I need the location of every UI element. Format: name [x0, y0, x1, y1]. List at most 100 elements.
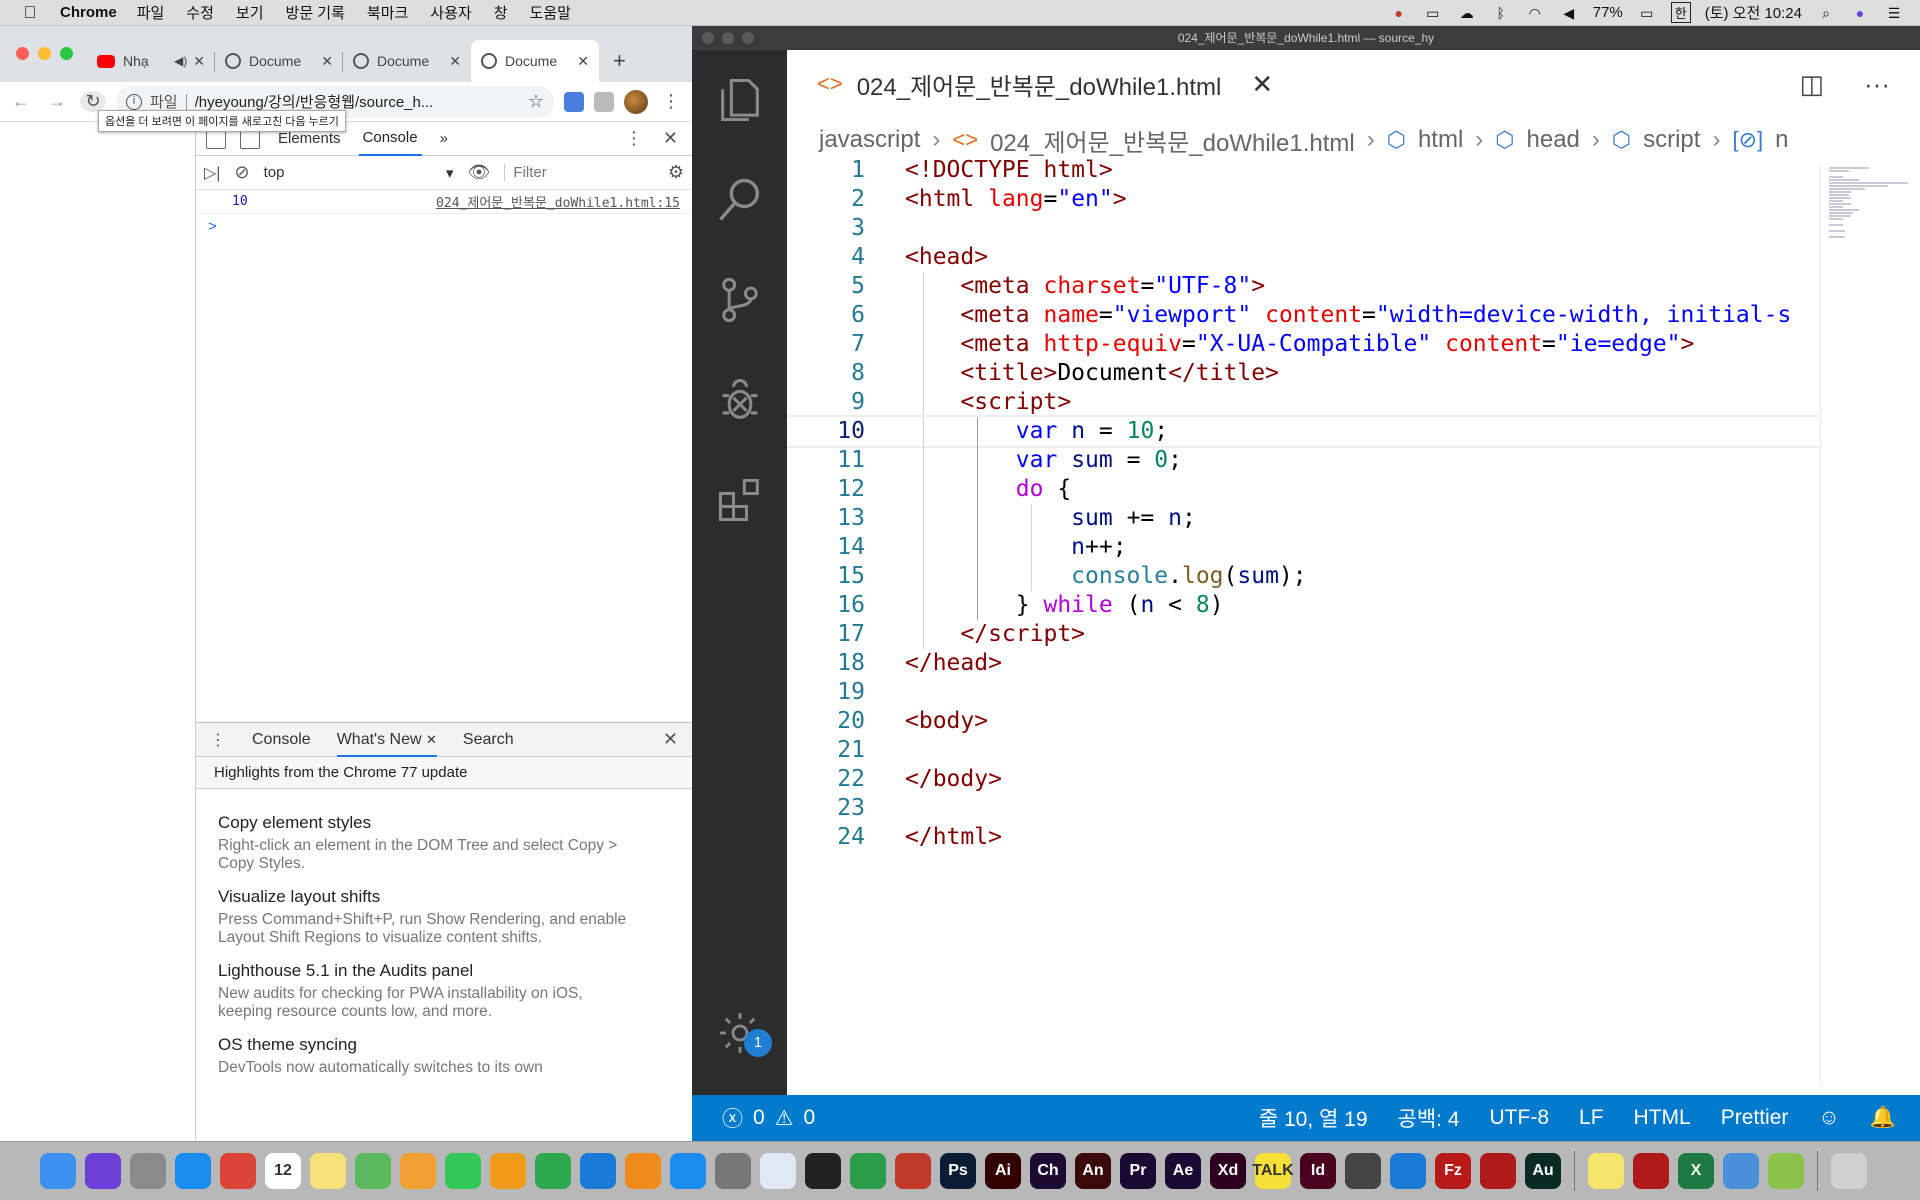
- code-editor[interactable]: 1 <!DOCTYPE html> 2 <html lang="en"> 3 4 <head…: [787, 156, 1820, 1076]
- menu-bookmarks[interactable]: 북마크: [367, 2, 408, 23]
- launchpad-icon[interactable]: [130, 1153, 166, 1189]
- code-line[interactable]: 13 sum += n;: [787, 504, 1820, 533]
- mendeley-icon[interactable]: [1480, 1153, 1516, 1189]
- chrome-icon[interactable]: [220, 1153, 256, 1189]
- back-arrow-icon[interactable]: ←: [8, 91, 34, 112]
- photobooth-icon[interactable]: [895, 1153, 931, 1189]
- code-line[interactable]: 23: [787, 794, 1820, 823]
- translate-extension-icon[interactable]: [564, 91, 584, 112]
- close-tab-icon[interactable]: ✕: [193, 53, 205, 70]
- forward-arrow-icon[interactable]: →: [44, 91, 70, 112]
- illustrator-icon[interactable]: Ai: [985, 1153, 1021, 1189]
- drawer-tab-search[interactable]: Search: [463, 731, 514, 749]
- close-drawer-icon[interactable]: ✕: [663, 729, 692, 750]
- tab-audio-icon[interactable]: ◀): [174, 54, 187, 68]
- system-preferences-icon[interactable]: [715, 1153, 751, 1189]
- console-filter-input[interactable]: Filter: [504, 164, 547, 181]
- minimize-window-button[interactable]: [722, 32, 734, 44]
- code-line[interactable]: 22 </body>: [787, 765, 1820, 794]
- code-line[interactable]: 17 </script>: [787, 620, 1820, 649]
- character-animator-icon[interactable]: Ch: [1030, 1153, 1066, 1189]
- code-line[interactable]: 11 var sum = 0;: [787, 446, 1820, 475]
- zoom-window-button[interactable]: [742, 32, 754, 44]
- problems-indicator[interactable]: ⓧ 0 ⚠ 0: [692, 1103, 815, 1133]
- code-line[interactable]: 20 <body>: [787, 707, 1820, 736]
- menu-app-name[interactable]: Chrome: [60, 4, 117, 21]
- code-line[interactable]: 18 </head>: [787, 649, 1820, 678]
- breadcrumb-variable[interactable]: n: [1775, 126, 1788, 154]
- after-effects-icon[interactable]: Ae: [1165, 1153, 1201, 1189]
- language-mode[interactable]: HTML: [1634, 1106, 1691, 1130]
- console-log-source-link[interactable]: 024_제어문_반복문_doWhile1.html:15: [436, 192, 680, 211]
- input-method[interactable]: 한: [1670, 2, 1691, 23]
- audition-icon[interactable]: Au: [1525, 1153, 1561, 1189]
- wifi-icon[interactable]: ◠: [1525, 5, 1545, 21]
- feature-title[interactable]: Visualize layout shifts: [218, 887, 670, 907]
- code-line[interactable]: 24 </html>: [787, 823, 1820, 852]
- calendar-icon[interactable]: 12: [265, 1153, 301, 1189]
- menu-window[interactable]: 창: [494, 2, 508, 23]
- console-prompt[interactable]: >: [196, 214, 692, 239]
- code-line[interactable]: 15 console.log(sum);: [787, 562, 1820, 591]
- xd-icon[interactable]: Xd: [1210, 1153, 1246, 1189]
- menu-people[interactable]: 사용자: [430, 2, 471, 23]
- new-tab-button[interactable]: +: [599, 48, 640, 82]
- browser-tab[interactable]: Nhạ ◀) ✕: [87, 40, 215, 82]
- context-selector[interactable]: top ▾: [264, 164, 454, 182]
- code-line[interactable]: 10 var n = 10;: [787, 415, 1820, 448]
- info-icon[interactable]: i: [126, 93, 142, 110]
- close-tab-icon[interactable]: ✕: [321, 53, 333, 70]
- encoding[interactable]: UTF-8: [1490, 1106, 1550, 1130]
- menu-file[interactable]: 파일: [137, 2, 165, 23]
- cc-icon[interactable]: ●: [1389, 5, 1409, 21]
- activity-icon[interactable]: [850, 1153, 886, 1189]
- minimize-window-button[interactable]: [38, 47, 51, 60]
- keynote-icon[interactable]: [580, 1153, 616, 1189]
- zoom-window-button[interactable]: [60, 47, 73, 60]
- browser-tab[interactable]: Docume ✕: [215, 40, 343, 82]
- end-of-line[interactable]: LF: [1579, 1106, 1604, 1130]
- code-line[interactable]: 12 do {: [787, 475, 1820, 504]
- screenshot-extension-icon[interactable]: [594, 91, 614, 112]
- code-line[interactable]: 9 <script>: [787, 388, 1820, 417]
- split-editor-icon[interactable]: ◫: [1799, 69, 1824, 100]
- menu-help[interactable]: 도움말: [530, 2, 571, 23]
- page-viewport[interactable]: [0, 122, 196, 1141]
- bookmark-star-icon[interactable]: ☆: [528, 91, 544, 112]
- menu-edit[interactable]: 수정: [186, 2, 214, 23]
- clear-console-icon[interactable]: ⊘: [234, 162, 249, 183]
- photoshop-icon[interactable]: Ps: [940, 1153, 976, 1189]
- close-window-button[interactable]: [702, 32, 714, 44]
- close-tab-icon[interactable]: ✕: [577, 53, 589, 70]
- stickies-icon[interactable]: [1588, 1153, 1624, 1189]
- drawer-menu-icon[interactable]: ⋮: [210, 730, 226, 750]
- chrome-menu-icon[interactable]: ⋮: [658, 91, 684, 112]
- display-icon[interactable]: ▭: [1423, 5, 1443, 21]
- debug-icon[interactable]: [692, 350, 787, 450]
- photos-icon[interactable]: [400, 1153, 436, 1189]
- code-line[interactable]: 7 <meta http-equiv="X-UA-Compatible" con…: [787, 330, 1820, 359]
- code-line[interactable]: 3: [787, 214, 1820, 243]
- books-icon[interactable]: [625, 1153, 661, 1189]
- finder-icon[interactable]: [40, 1153, 76, 1189]
- siri-menu-icon[interactable]: ●: [1850, 5, 1870, 21]
- feature-title[interactable]: OS theme syncing: [218, 1035, 670, 1055]
- drawer-tab-whats-new[interactable]: What's New ✕: [336, 731, 437, 757]
- volume-icon[interactable]: ◀: [1559, 5, 1579, 21]
- console-settings-gear-icon[interactable]: ⚙: [668, 162, 684, 183]
- acrobat-icon[interactable]: [1633, 1153, 1669, 1189]
- sourcetree-icon[interactable]: [760, 1153, 796, 1189]
- code-line[interactable]: 6 <meta name="viewport" content="width=d…: [787, 301, 1820, 330]
- tab-console[interactable]: Console: [358, 121, 422, 156]
- cursor-position[interactable]: 줄 10, 열 19: [1259, 1103, 1368, 1133]
- menu-view[interactable]: 보기: [236, 2, 264, 23]
- formatter[interactable]: Prettier: [1721, 1106, 1789, 1130]
- close-tab-icon[interactable]: ✕: [426, 732, 437, 747]
- facetime-icon[interactable]: [445, 1153, 481, 1189]
- siri-icon[interactable]: [85, 1153, 121, 1189]
- editor-tab-active[interactable]: <> 024_제어문_반복문_doWhile1.html ✕: [787, 67, 1273, 102]
- excel-icon[interactable]: X: [1678, 1153, 1714, 1189]
- extensions-icon[interactable]: [692, 450, 787, 550]
- creative-cloud-icon[interactable]: ☁: [1457, 5, 1477, 21]
- feature-title[interactable]: Lighthouse 5.1 in the Audits panel: [218, 961, 670, 981]
